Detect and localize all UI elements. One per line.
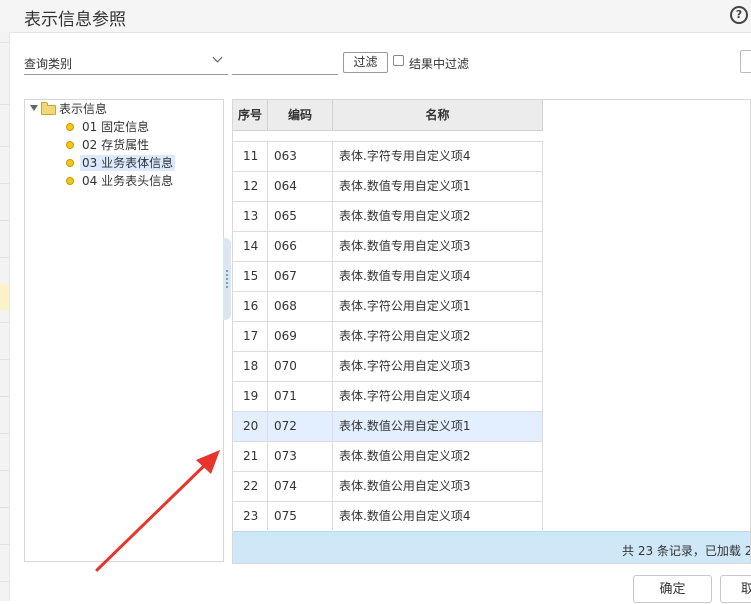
expand-toggle-icon[interactable] [30,105,38,111]
row-code-cell: 073 [268,442,333,471]
row-code-cell: 065 [268,202,333,231]
row-name-cell: 表体.数值专用自定义项3 [333,232,543,261]
row-name-cell: 表体.数值公用自定义项2 [333,442,543,471]
row-code-cell: 064 [268,172,333,201]
tree-node-04[interactable]: 04 业务表头信息 [25,173,215,189]
table-row[interactable]: 16 068 表体.字符公用自定义项1 [233,292,543,322]
cancel-button[interactable]: 取 [720,575,751,603]
folder-open-icon [41,102,56,115]
row-code-cell: 070 [268,352,333,381]
row-code-cell: 069 [268,322,333,351]
row-number-cell: 12 [233,172,268,201]
row-code-cell: 066 [268,232,333,261]
chevron-down-icon [212,52,223,63]
table-row[interactable]: 22 074 表体.数值公用自定义项3 [233,472,543,502]
record-count-text: 共 23 条记录，已加载 23 [622,544,751,558]
row-number-cell: 11 [233,142,268,171]
row-name-cell: 表体.字符公用自定义项1 [333,292,543,321]
table-row[interactable]: 12 064 表体.数值专用自定义项1 [233,172,543,202]
result-grid: 序号 编码 名称 11 063 表体.字符专用自定义项4 12 064 表体.数值专用自定… [232,99,751,564]
category-tree: 表示信息 01 固定信息 02 存货属性 03 业务表体信息 04 业务表头信息 [24,99,224,562]
filter-in-result-label: 结果中过滤 [409,57,470,71]
table-row[interactable]: 23 075 表体.数值公用自定义项4 [233,502,543,530]
tree-node-label-selected: 03 业务表体信息 [80,155,176,171]
background-window-edge [0,32,10,601]
clipped-toolbar-button[interactable] [740,50,751,73]
row-number-cell: 21 [233,442,268,471]
row-code-cell: 063 [268,142,333,171]
ok-button[interactable]: 确定 [633,575,712,603]
leaf-node-icon [66,141,74,149]
tree-root-label: 表示信息 [59,102,108,116]
row-name-cell: 表体.字符公用自定义项4 [333,382,543,411]
dialog-titlebar: 表示信息参照 ? [0,0,751,33]
row-name-cell: 表体.数值专用自定义项4 [333,262,543,291]
row-name-cell: 表体.数值专用自定义项1 [333,172,543,201]
row-code-cell: 075 [268,502,333,530]
filter-input[interactable] [232,50,338,75]
row-code-cell: 068 [268,292,333,321]
tree-node-03[interactable]: 03 业务表体信息 [25,155,215,171]
row-name-cell: 表体.数值公用自定义项1 [333,412,543,441]
column-header-name[interactable]: 名称 [333,100,543,130]
table-row[interactable]: 20 072 表体.数值公用自定义项1 [233,412,543,442]
row-number-cell: 20 [233,412,268,441]
tree-node-label: 01 固定信息 [82,120,150,134]
panel-splitter-handle[interactable] [223,238,231,320]
tree-root-node[interactable]: 表示信息 [25,101,215,117]
grid-status-bar: 共 23 条记录，已加载 23 [233,531,751,563]
partial-table-row [233,130,543,142]
leaf-node-icon [66,159,74,167]
tree-node-label: 02 存货属性 [82,138,150,152]
filter-in-result-checkbox[interactable] [393,55,404,66]
table-row[interactable]: 19 071 表体.字符公用自定义项4 [233,382,543,412]
table-row[interactable]: 11 063 表体.字符专用自定义项4 [233,142,543,172]
grip-icon [226,270,230,288]
table-row[interactable]: 18 070 表体.字符公用自定义项3 [233,352,543,382]
filter-button[interactable]: 过滤 [343,52,388,73]
row-name-cell: 表体.字符公用自定义项2 [333,322,543,351]
row-number-cell: 23 [233,502,268,530]
row-code-cell: 071 [268,382,333,411]
row-number-cell: 22 [233,472,268,501]
row-name-cell: 表体.字符公用自定义项3 [333,352,543,381]
leaf-node-icon [66,123,74,131]
tree-node-02[interactable]: 02 存货属性 [25,137,215,153]
row-name-cell: 表体.字符专用自定义项4 [333,142,543,171]
row-name-cell: 表体.数值专用自定义项2 [333,202,543,231]
leaf-node-icon [66,177,74,185]
row-number-cell: 17 [233,322,268,351]
row-number-cell: 14 [233,232,268,261]
tree-node-label: 04 业务表头信息 [82,174,174,188]
row-code-cell: 067 [268,262,333,291]
grid-body[interactable]: 11 063 表体.字符专用自定义项4 12 064 表体.数值专用自定义项1 13 065 表… [233,130,543,530]
row-number-cell: 18 [233,352,268,381]
row-name-cell: 表体.数值公用自定义项4 [333,502,543,530]
table-row[interactable]: 15 067 表体.数值专用自定义项4 [233,262,543,292]
column-header-code[interactable]: 编码 [268,100,333,130]
row-number-cell: 13 [233,202,268,231]
row-name-cell: 表体.数值公用自定义项3 [333,472,543,501]
question-circle-icon[interactable]: ? [730,6,748,24]
column-header-no[interactable]: 序号 [233,100,268,130]
category-select[interactable]: 查询类别 [24,50,228,75]
row-number-cell: 19 [233,382,268,411]
row-number-cell: 16 [233,292,268,321]
table-row[interactable]: 14 066 表体.数值专用自定义项3 [233,232,543,262]
row-code-cell: 074 [268,472,333,501]
table-row[interactable]: 21 073 表体.数值公用自定义项2 [233,442,543,472]
row-number-cell: 15 [233,262,268,291]
table-row[interactable]: 17 069 表体.字符公用自定义项2 [233,322,543,352]
table-row[interactable]: 13 065 表体.数值专用自定义项2 [233,202,543,232]
category-select-value: 查询类别 [24,57,73,71]
tree-node-01[interactable]: 01 固定信息 [25,119,215,135]
row-code-cell: 072 [268,412,333,441]
dialog-title: 表示信息参照 [24,10,126,30]
grid-header: 序号 编码 名称 [233,100,543,131]
